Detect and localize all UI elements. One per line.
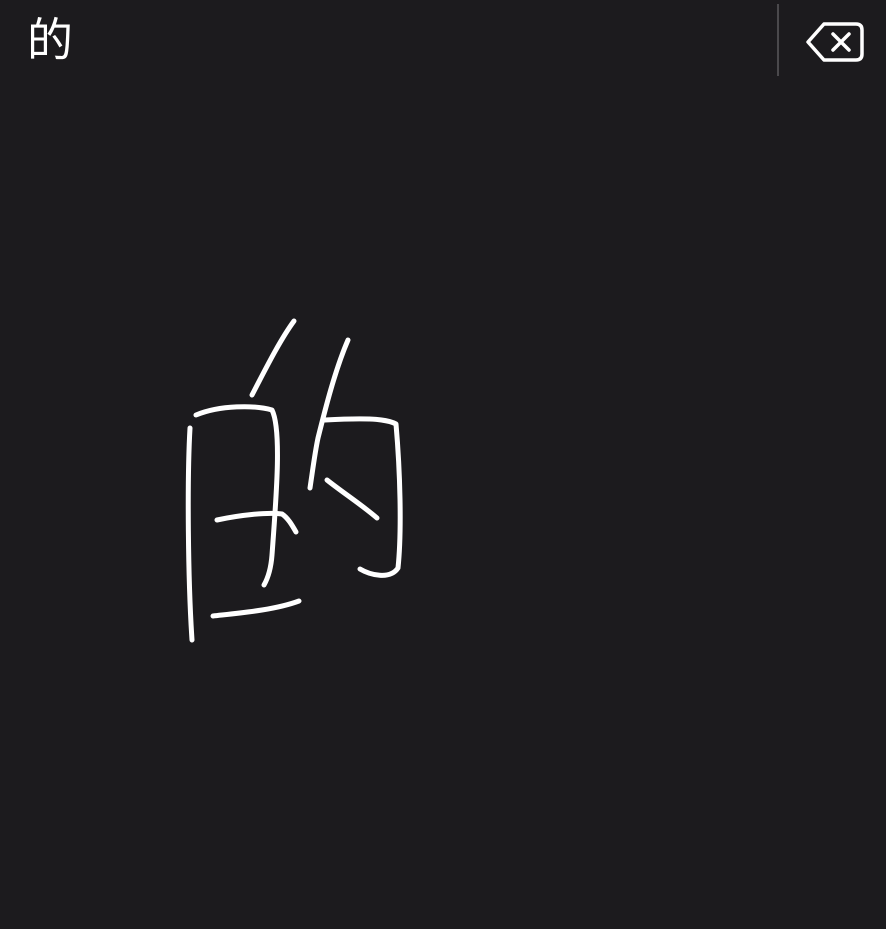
candidate-character[interactable]: 的 <box>20 10 80 70</box>
stroke <box>193 404 280 588</box>
stroke <box>214 510 299 535</box>
stroke <box>210 598 302 619</box>
candidate-bar-divider <box>777 4 779 76</box>
handwriting-strokes <box>185 318 403 643</box>
stroke <box>322 416 403 578</box>
stroke <box>185 425 195 643</box>
stroke <box>324 477 380 521</box>
delete-button[interactable] <box>800 14 870 70</box>
handwriting-keyboard: 的 <box>0 0 886 929</box>
delete-backspace-icon <box>806 22 864 62</box>
candidate-bar: 的 <box>0 0 886 82</box>
handwriting-canvas[interactable] <box>0 82 886 929</box>
stroke <box>249 318 297 398</box>
stroke <box>307 337 351 491</box>
